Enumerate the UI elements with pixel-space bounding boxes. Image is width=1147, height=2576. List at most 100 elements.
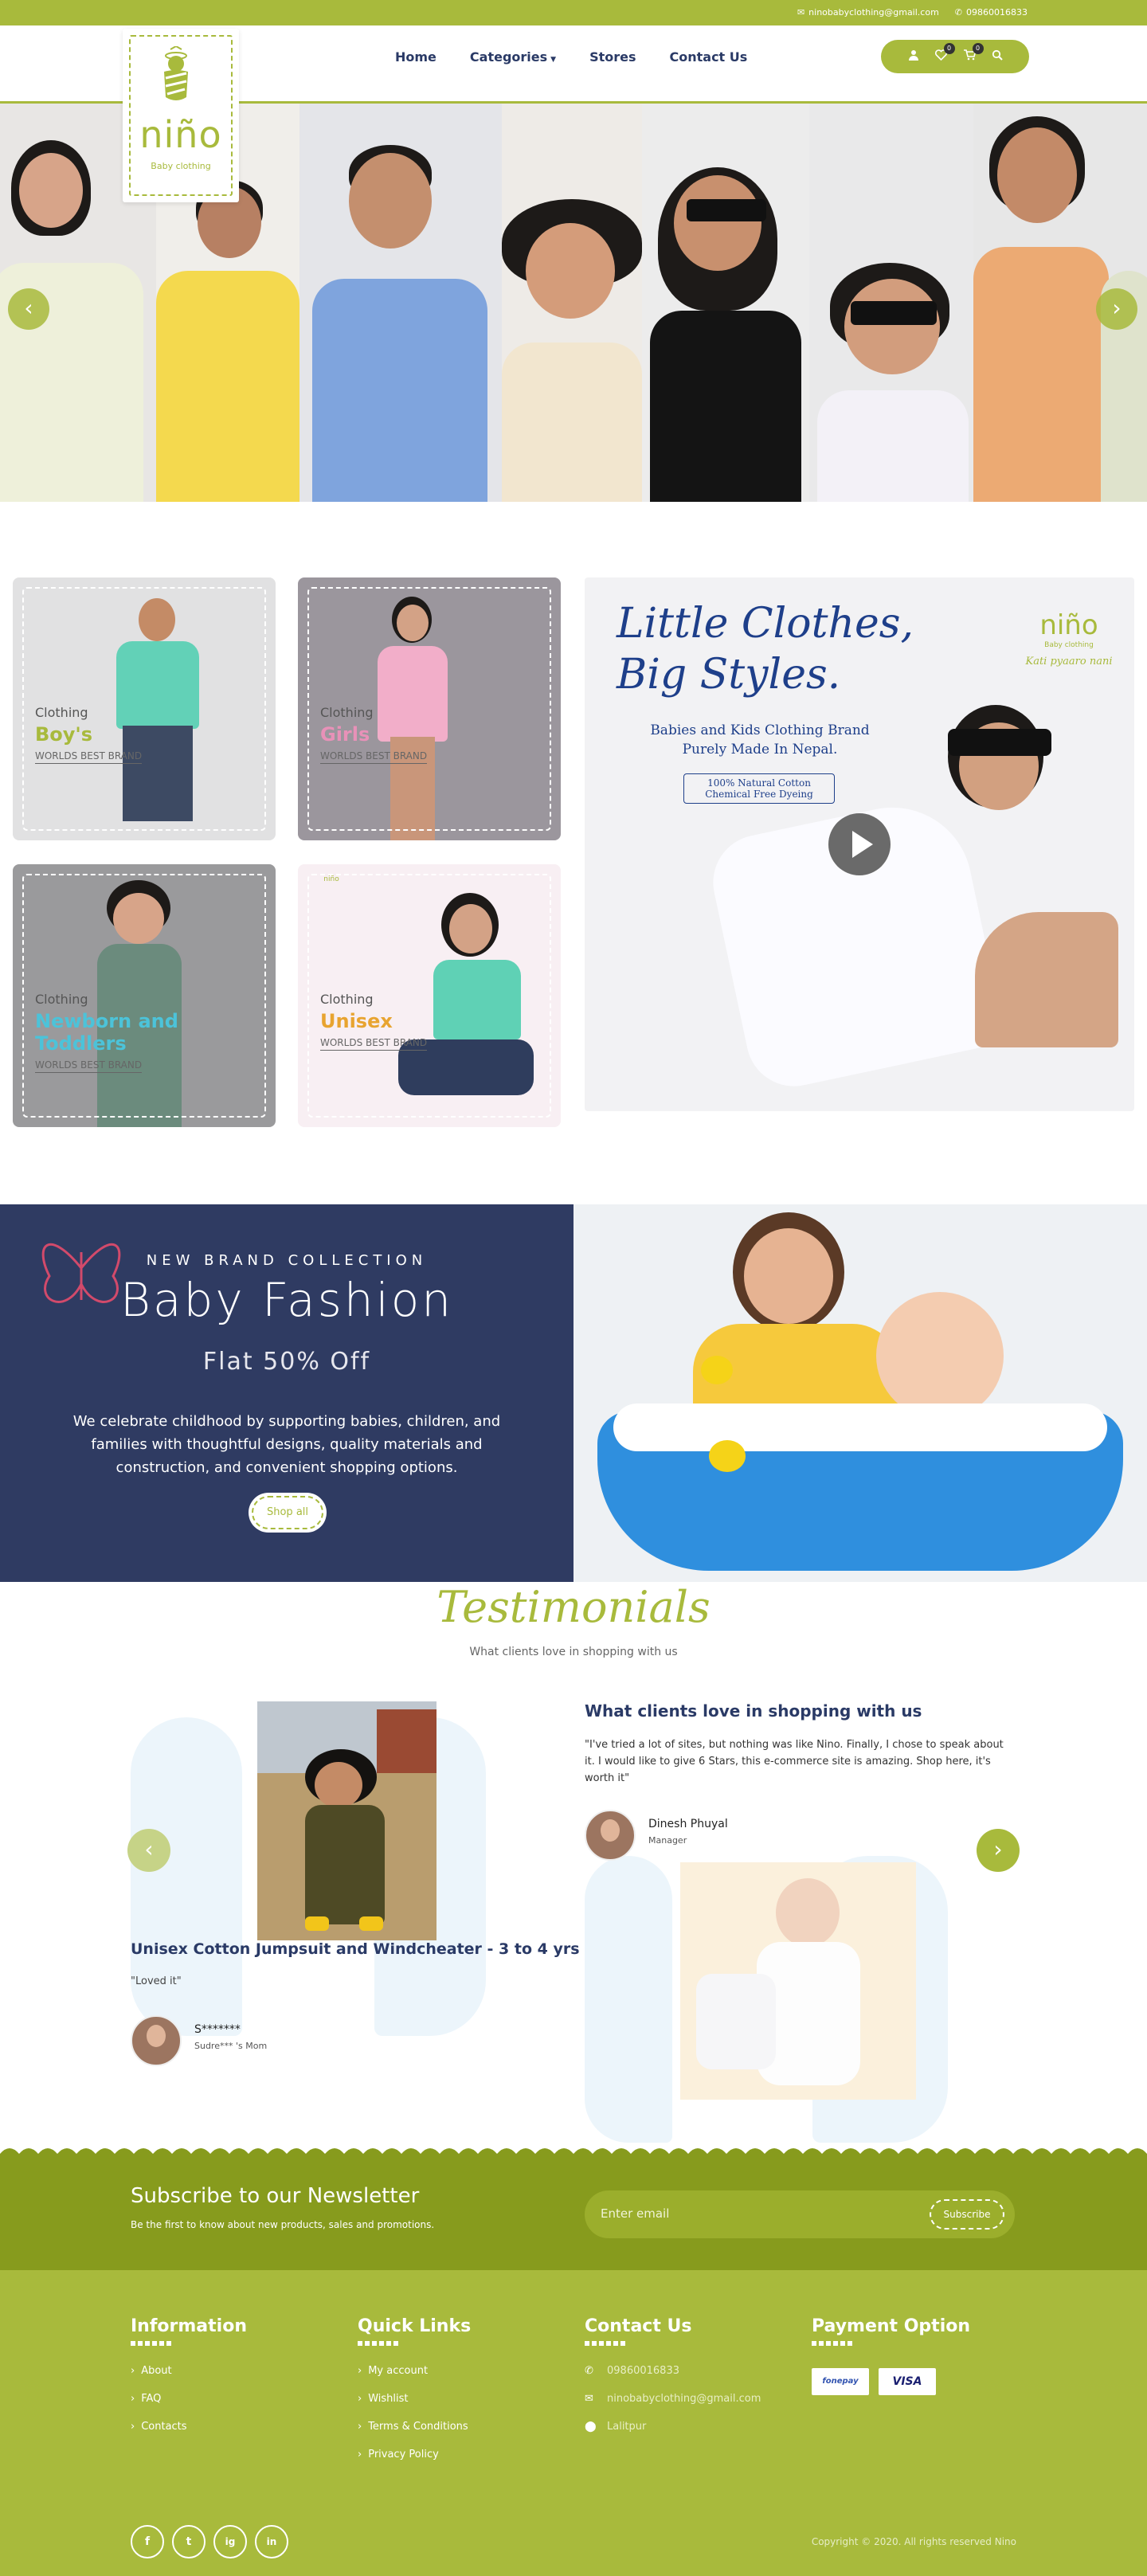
footer-link-faq[interactable]: › FAQ <box>131 2393 247 2405</box>
hero-next-arrow[interactable]: › <box>1096 288 1137 330</box>
promo-headline-line2: Big Styles. <box>617 651 841 699</box>
category-card-girls[interactable]: Clothing Girls WORLDS BEST BRAND <box>298 577 561 840</box>
promo-logo-tag: Kati pyaaro nani <box>1025 656 1113 667</box>
footer-link-label: Wishlist <box>368 2393 409 2405</box>
reviewer-avatar-1 <box>131 2015 182 2066</box>
category-label: Clothing <box>320 705 374 720</box>
category-card-boys[interactable]: Clothing Boy's WORLDS BEST BRAND <box>13 577 276 840</box>
footer-payment: Payment Option fonepay VISA <box>812 2316 970 2395</box>
fashion-offer: Flat 50% Off <box>202 1348 371 1376</box>
wishlist-heart-icon[interactable]: 0 <box>934 43 955 64</box>
chevron-right-icon: › <box>358 2393 362 2405</box>
footer-link-label: Contacts <box>141 2421 187 2433</box>
swaddled-baby-icon <box>164 46 188 100</box>
footer-link-wishlist[interactable]: › Wishlist <box>358 2393 471 2405</box>
newsletter-subtitle: Be the first to know about new products,… <box>131 2219 435 2230</box>
footer-pay-title: Payment Option <box>812 2316 971 2336</box>
nav-categories[interactable]: Categories ▼ <box>470 49 556 65</box>
video-play-button[interactable] <box>828 813 891 875</box>
footer-information: Information › About › FAQ › Contacts <box>131 2316 247 2449</box>
footer-link-label: Terms & Conditions <box>368 2421 468 2433</box>
scallop-edge <box>0 2148 1147 2162</box>
newsletter-placeholder: Enter email <box>601 2206 670 2221</box>
category-name: Girls <box>320 723 370 746</box>
footer-link-label: Privacy Policy <box>368 2449 439 2461</box>
reviewer-role-2: Manager <box>648 1835 687 1846</box>
footer-link-account[interactable]: › My account <box>358 2365 471 2377</box>
promo-description: Babies and Kids Clothing Brand Purely Ma… <box>650 722 870 758</box>
footer-link-label: About <box>141 2365 172 2377</box>
footer-link-terms[interactable]: › Terms & Conditions <box>358 2421 471 2433</box>
reviewer-name-1: S******* <box>194 2023 241 2036</box>
category-name: Newborn and Toddlers <box>35 1010 178 1055</box>
promo-video-card[interactable]: Little Clothes, Big Styles. Babies and K… <box>585 577 1134 1111</box>
chevron-right-icon: › <box>358 2449 362 2461</box>
cart-count-badge: 0 <box>972 43 984 54</box>
category-card-newborn[interactable]: Clothing Newborn and Toddlers WORLDS BES… <box>13 864 276 1127</box>
testimonial-product-name[interactable]: Unisex Cotton Jumpsuit and Windcheater -… <box>131 1940 580 1958</box>
footer-link-contacts[interactable]: › Contacts <box>131 2421 247 2433</box>
shop-all-label: Shop all <box>252 1496 323 1529</box>
fonepay-logo: fonepay <box>812 2368 869 2395</box>
user-icon[interactable] <box>908 49 919 64</box>
footer-link-label: My account <box>368 2365 429 2377</box>
linkedin-icon[interactable]: in <box>255 2525 288 2558</box>
footer-link-privacy[interactable]: › Privacy Policy <box>358 2449 471 2461</box>
instagram-icon[interactable]: ig <box>213 2525 247 2558</box>
fashion-description: We celebrate childhood by supporting bab… <box>72 1413 501 1476</box>
wishlist-count-badge: 0 <box>943 43 955 54</box>
promo-logo-sub: Baby clothing <box>1044 641 1094 649</box>
footer-phone[interactable]: ✆ 09860016833 <box>585 2365 761 2377</box>
testimonial-next-arrow[interactable]: › <box>977 1829 1020 1872</box>
shop-all-button[interactable]: Shop all <box>249 1493 327 1533</box>
category-card-unisex[interactable]: niño Clothing Unisex WORLDS BEST BRAND <box>298 864 561 1127</box>
top-phone[interactable]: ✆ 09860016833 <box>955 7 1028 18</box>
category-name: Boy's <box>35 723 93 746</box>
chevron-right-icon: › <box>131 2365 135 2377</box>
footer-email[interactable]: ✉ ninobabyclothing@gmail.com <box>585 2393 761 2405</box>
testimonial-prev-arrow[interactable]: ‹ <box>127 1829 170 1872</box>
footer-location-text: Lalitpur <box>607 2421 647 2433</box>
heading-dots <box>585 2341 626 2346</box>
cart-icon[interactable]: 0 <box>963 43 984 64</box>
mail-icon: ✉ <box>585 2393 593 2405</box>
testimonial-product-photo-2 <box>680 1862 916 2100</box>
subscribe-label: Subscribe <box>930 2199 1004 2230</box>
footer-link-about[interactable]: › About <box>131 2365 247 2377</box>
hero-prev-arrow[interactable]: ‹ <box>8 288 49 330</box>
category-sub: WORLDS BEST BRAND <box>320 750 428 764</box>
phone-icon: ✆ <box>585 2365 593 2377</box>
category-sub: WORLDS BEST BRAND <box>35 1059 143 1073</box>
search-icon[interactable] <box>992 49 1003 64</box>
nav-stores[interactable]: Stores <box>589 49 636 65</box>
footer-link-label: FAQ <box>141 2393 162 2405</box>
nav-contact[interactable]: Contact Us <box>670 49 748 65</box>
nav-home[interactable]: Home <box>395 49 436 65</box>
category-sub: WORLDS BEST BRAND <box>320 1037 428 1051</box>
category-name: Unisex <box>320 1010 393 1032</box>
hero-kid-5 <box>642 104 809 502</box>
twitter-icon[interactable]: t <box>172 2525 206 2558</box>
chevron-right-icon: › <box>358 2421 362 2433</box>
brand-logo[interactable]: niño Baby clothing <box>123 29 239 202</box>
chevron-right-icon: › <box>131 2421 135 2433</box>
hero-kid-3 <box>299 104 502 502</box>
social-links: f t ig in <box>131 2525 288 2558</box>
subscribe-button[interactable]: Subscribe <box>927 2197 1007 2232</box>
footer-phone-text: 09860016833 <box>607 2365 679 2377</box>
testimonials-title: Testimonials <box>436 1582 711 1632</box>
copyright-text: Copyright © 2020. All rights reserved Ni… <box>811 2536 1016 2547</box>
logo-wordmark: niño <box>139 113 222 156</box>
heading-dots <box>812 2341 853 2346</box>
facebook-icon[interactable]: f <box>131 2525 164 2558</box>
heading-dots <box>131 2341 172 2346</box>
testimonial-heading-2: What clients love in shopping with us <box>585 1701 922 1721</box>
reviewer-role-1: Sudre*** 's Mom <box>194 2041 268 2051</box>
chevron-right-icon: › <box>131 2393 135 2405</box>
testimonial-review-1: "Loved it" <box>131 1975 182 1987</box>
baby-bath-image <box>574 1204 1147 1582</box>
logo-tagline: Baby clothing <box>151 161 211 171</box>
heading-dots <box>358 2341 399 2346</box>
top-phone-text: 09860016833 <box>966 7 1028 18</box>
top-email[interactable]: ✉ ninobabyclothing@gmail.com <box>797 7 939 18</box>
